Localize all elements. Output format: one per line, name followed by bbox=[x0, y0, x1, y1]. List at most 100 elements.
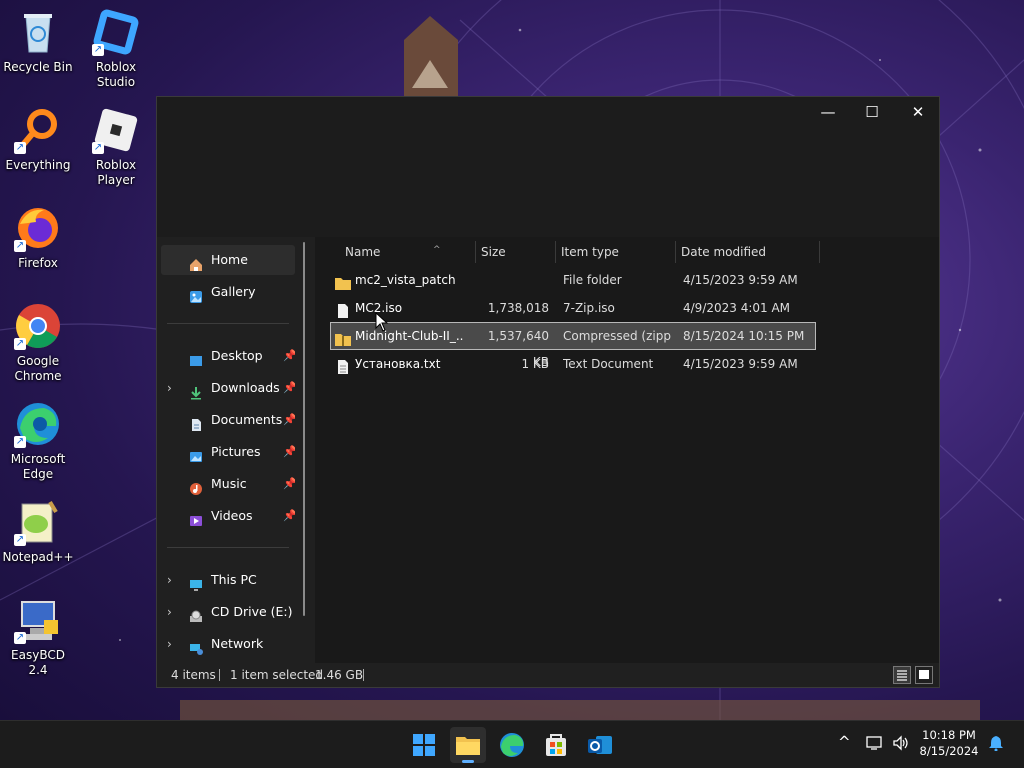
nav-item-documents[interactable]: Documents 📌 bbox=[161, 405, 295, 435]
details-view-icon bbox=[897, 670, 907, 681]
details-view-button[interactable] bbox=[893, 666, 911, 684]
column-header-name[interactable]: Name ^ bbox=[345, 237, 475, 267]
desktop-icon-label: Notepad++ bbox=[2, 550, 74, 564]
nav-scrollbar[interactable] bbox=[303, 242, 305, 616]
shortcut-arrow-icon: ↗ bbox=[14, 534, 26, 546]
desktop-icon-microsoft-edge[interactable]: ↗ Microsoft Edge bbox=[0, 400, 76, 482]
desktop-icon-label: EasyBCD 2.4 bbox=[11, 648, 65, 677]
pin-icon: 📌 bbox=[283, 477, 295, 490]
desktop-icon-notepad-plus-plus[interactable]: ↗ Notepad++ bbox=[0, 498, 76, 565]
shortcut-arrow-icon: ↗ bbox=[14, 436, 26, 448]
column-divider[interactable] bbox=[555, 241, 556, 263]
column-divider[interactable] bbox=[675, 241, 676, 263]
column-header-item-type[interactable]: Item type bbox=[561, 237, 675, 267]
desktop-icon-recycle-bin[interactable]: Recycle Bin bbox=[0, 8, 76, 75]
file-row-selected[interactable]: Midnight-Club-II_... 1,537,640 KB Compre… bbox=[330, 322, 816, 369]
column-divider[interactable] bbox=[819, 241, 820, 263]
expand-chevron-icon[interactable]: › bbox=[167, 373, 172, 403]
desktop-icon-label: Firefox bbox=[18, 256, 58, 270]
column-divider[interactable] bbox=[475, 241, 476, 263]
nav-item-label: Home bbox=[211, 252, 248, 267]
column-header-date-modified[interactable]: Date modified bbox=[681, 237, 819, 267]
close-button[interactable]: ✕ bbox=[895, 97, 941, 127]
taskbar-clock[interactable]: 10:18 PM 8/15/2024 bbox=[914, 727, 984, 759]
taskbar-outlook[interactable] bbox=[582, 727, 618, 763]
nav-item-network[interactable]: › Network bbox=[161, 629, 295, 659]
desktop-icon-label: Google Chrome bbox=[14, 354, 62, 383]
computer-icon bbox=[189, 573, 203, 591]
title-bar[interactable]: — ☐ ✕ bbox=[157, 97, 939, 237]
minimize-button[interactable]: — bbox=[805, 97, 851, 127]
zip-folder-icon bbox=[335, 329, 351, 346]
nav-item-label: Documents bbox=[211, 412, 283, 427]
file-type: Compressed (zipp... bbox=[563, 329, 671, 343]
taskbar-edge[interactable] bbox=[494, 727, 530, 763]
nav-item-pictures[interactable]: Pictures 📌 bbox=[161, 437, 295, 467]
nav-item-this-pc[interactable]: › This PC bbox=[161, 565, 295, 595]
music-icon bbox=[189, 477, 203, 495]
sort-ascending-icon: ^ bbox=[433, 245, 441, 255]
file-name: mc2_vista_patch bbox=[355, 273, 456, 287]
desktop-icon-label: Microsoft Edge bbox=[10, 452, 66, 481]
desktop-icon-firefox[interactable]: ↗ Firefox bbox=[0, 204, 76, 271]
everything-search-icon: ↗ bbox=[14, 106, 62, 154]
nav-item-gallery[interactable]: Gallery bbox=[161, 277, 295, 307]
start-button[interactable] bbox=[406, 727, 442, 763]
nav-item-desktop[interactable]: Desktop 📌 bbox=[161, 341, 295, 371]
desktop-icon-everything[interactable]: ↗ Everything bbox=[0, 106, 76, 173]
tiles-view-button[interactable] bbox=[915, 666, 933, 684]
clock-time: 10:18 PM bbox=[922, 728, 976, 742]
nav-item-label: Pictures bbox=[211, 444, 261, 459]
file-explorer-icon bbox=[456, 737, 480, 755]
pin-icon: 📌 bbox=[283, 349, 295, 362]
nav-item-downloads[interactable]: › Downloads 📌 bbox=[161, 373, 295, 403]
shortcut-arrow-icon: ↗ bbox=[14, 142, 26, 154]
nav-item-videos[interactable]: Videos 📌 bbox=[161, 501, 295, 531]
folder-icon bbox=[335, 273, 351, 290]
desktop-icon-easybcd[interactable]: ↗ EasyBCD 2.4 bbox=[0, 596, 76, 678]
expand-chevron-icon[interactable]: › bbox=[167, 565, 172, 595]
file-date: 4/9/2023 4:01 AM bbox=[683, 301, 791, 315]
column-header-label: Item type bbox=[561, 245, 619, 259]
nav-item-label: CD Drive (E:) MA bbox=[211, 604, 295, 619]
expand-chevron-icon[interactable]: › bbox=[167, 629, 172, 659]
file-name: Midnight-Club-II_... bbox=[355, 329, 463, 343]
network-status-icon[interactable] bbox=[866, 735, 884, 755]
file-type: Text Document bbox=[563, 357, 654, 371]
desktop-icon-roblox-player[interactable]: ↗ Roblox Player bbox=[78, 106, 154, 188]
edge-icon bbox=[500, 733, 524, 757]
volume-icon[interactable] bbox=[892, 735, 910, 755]
file-row[interactable]: mc2_vista_patch File folder 4/15/2023 9:… bbox=[331, 267, 815, 293]
nav-item-music[interactable]: Music 📌 bbox=[161, 469, 295, 499]
desktop-icon-roblox-studio[interactable]: ↗ Roblox Studio bbox=[78, 8, 154, 90]
easybcd-icon: ↗ bbox=[14, 596, 62, 644]
file-size: 1 KB bbox=[521, 357, 549, 371]
nav-item-home[interactable]: Home bbox=[161, 245, 295, 275]
file-row[interactable]: MC2.iso 1,738,018 KB 7-Zip.iso 4/9/2023 … bbox=[331, 295, 815, 341]
notification-bell-icon[interactable] bbox=[988, 735, 1004, 755]
selection-count: 1 item selected bbox=[230, 668, 324, 682]
show-hidden-icons-button[interactable]: ^ bbox=[838, 733, 851, 751]
file-type: 7-Zip.iso bbox=[563, 301, 615, 315]
network-icon bbox=[189, 637, 203, 655]
column-header-size[interactable]: Size bbox=[481, 237, 555, 267]
status-divider bbox=[219, 669, 220, 681]
maximize-button[interactable]: ☐ bbox=[849, 97, 895, 127]
taskbar: ^ 10:18 PM 8/15/2024 bbox=[0, 720, 1024, 768]
desktop-icon-google-chrome[interactable]: ↗ Google Chrome bbox=[0, 302, 76, 384]
desktop-icon-label: Roblox Player bbox=[95, 158, 137, 187]
expand-chevron-icon[interactable]: › bbox=[167, 597, 172, 627]
file-name: Установка.txt bbox=[355, 357, 441, 371]
nav-item-cd-drive[interactable]: › CD Drive (E:) MA bbox=[161, 597, 295, 627]
taskbar-microsoft-store[interactable] bbox=[538, 727, 574, 763]
file-type: File folder bbox=[563, 273, 622, 287]
column-header-label: Date modified bbox=[681, 245, 767, 259]
pin-icon: 📌 bbox=[283, 381, 295, 394]
videos-icon bbox=[189, 509, 203, 526]
column-header-label: Name bbox=[345, 245, 381, 259]
file-row[interactable]: Установка.txt 1 KB Text Document 4/15/20… bbox=[331, 351, 815, 377]
document-icon bbox=[189, 413, 203, 431]
taskbar-file-explorer[interactable] bbox=[450, 727, 486, 763]
shortcut-arrow-icon: ↗ bbox=[14, 632, 26, 644]
nav-divider bbox=[167, 323, 289, 324]
